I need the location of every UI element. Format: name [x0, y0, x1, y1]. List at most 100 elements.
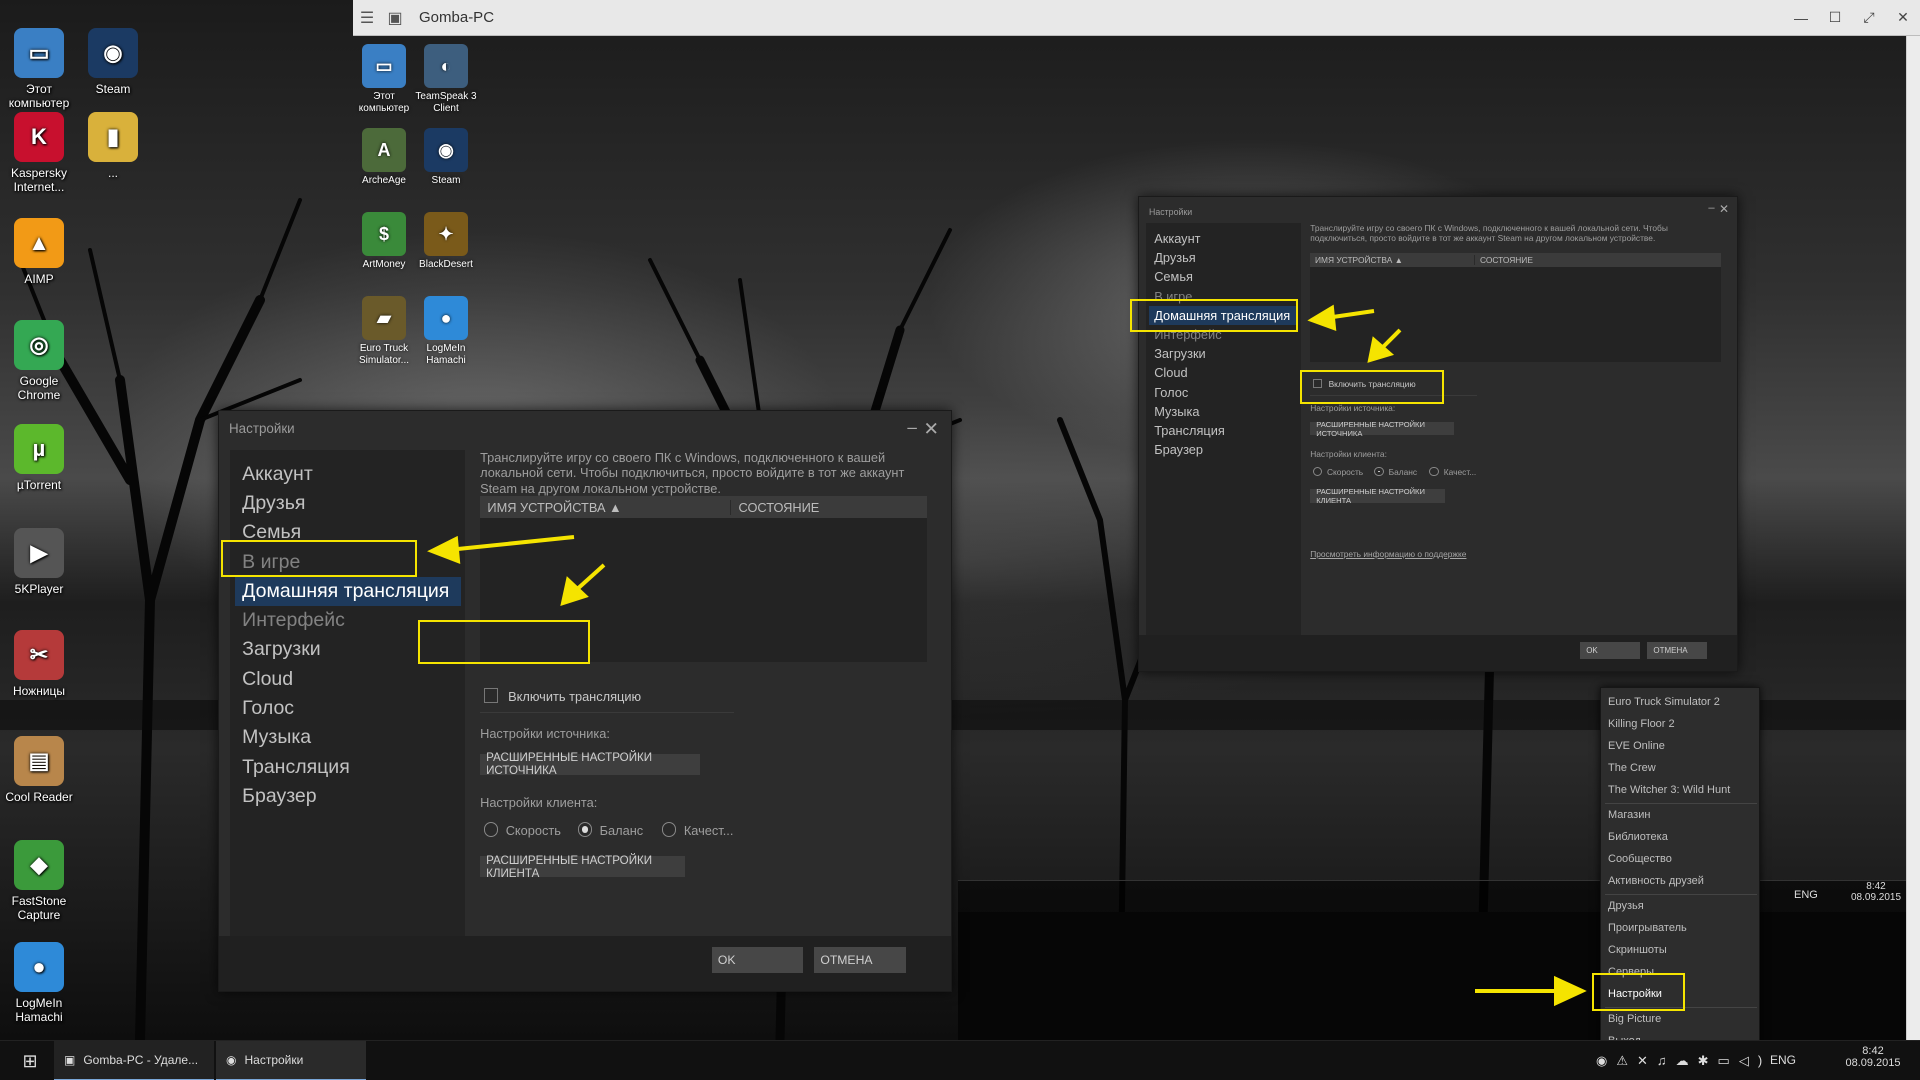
quality-radio[interactable] [1312, 466, 1323, 477]
quality-radio-label[interactable]: Качест... [684, 823, 734, 838]
col-device[interactable]: ИМЯ УСТРОЙСТВА ▲ [487, 500, 621, 515]
sidebar-item[interactable]: Друзья [1149, 248, 1297, 267]
quality-radio-label[interactable]: Скорость [1327, 467, 1363, 477]
remote-desktop-icon[interactable]: $ ArtMoney [349, 212, 419, 271]
close-icon[interactable]: ✕ [923, 418, 938, 440]
sidebar-item[interactable]: В игре [1149, 287, 1297, 306]
sidebar-item[interactable]: Браузер [235, 782, 461, 811]
remote-tray-clock[interactable]: 8:42 08.09.2015 [1851, 881, 1901, 903]
sidebar-item[interactable]: Домашняя трансляция [1149, 305, 1298, 325]
desktop-icon[interactable]: ▭ Этот компьютер [0, 28, 78, 110]
close-icon[interactable]: ✕ [1886, 0, 1920, 36]
enable-streaming-label[interactable]: Включить трансляцию [508, 689, 641, 704]
col-status[interactable]: СОСТОЯНИЕ [730, 500, 819, 516]
tray-menu-item[interactable]: The Crew [1608, 758, 1758, 778]
tray-menu-item[interactable]: Killing Floor 2 [1608, 714, 1758, 734]
cancel-button[interactable]: ОТМЕНА [1647, 642, 1708, 659]
quality-radio[interactable] [483, 822, 499, 837]
sidebar-item[interactable]: Друзья [235, 489, 461, 518]
ok-button[interactable]: OK [1580, 642, 1641, 659]
enable-streaming-checkbox[interactable] [1312, 378, 1323, 389]
desktop-icon[interactable]: ▤ Cool Reader [0, 736, 78, 804]
desktop-icon[interactable]: ◉ Steam [74, 28, 152, 96]
tray-menu-item[interactable]: Проигрыватель [1608, 918, 1758, 938]
sidebar-item[interactable]: Интерфейс [1149, 325, 1297, 344]
settings-dialog-header[interactable] [219, 411, 951, 443]
enable-streaming-label[interactable]: Включить трансляцию [1329, 379, 1416, 389]
sidebar-item[interactable]: Аккаунт [235, 460, 461, 489]
tray-icons[interactable]: ◉⚠✕♫☁✱▭◁) [1596, 1053, 1771, 1069]
tray-menu-item[interactable]: Магазин [1608, 805, 1758, 825]
tray-menu-item[interactable]: Друзья [1608, 896, 1758, 916]
quality-radio[interactable] [577, 822, 593, 837]
sidebar-item[interactable]: Голос [1149, 383, 1297, 402]
sidebar-item[interactable]: Трансляция [235, 753, 461, 782]
sidebar-item[interactable]: Браузер [1149, 440, 1297, 459]
tray-menu-item[interactable]: The Witcher 3: Wild Hunt [1608, 780, 1758, 800]
tray-menu-item[interactable]: Big Picture [1608, 1009, 1758, 1029]
sidebar-item[interactable]: Cloud [235, 665, 461, 694]
tray-lang[interactable]: ENG [1770, 1053, 1796, 1067]
minimize-icon[interactable]: – [907, 418, 917, 438]
advanced-client-button[interactable]: РАСШИРЕННЫЕ НАСТРОЙКИ КЛИЕНТА [1310, 487, 1445, 505]
sidebar-item[interactable]: Аккаунт [1149, 229, 1297, 248]
remote-toolbar-icon[interactable]: ▣ [381, 0, 409, 36]
quality-radio-label[interactable]: Баланс [1389, 467, 1418, 477]
remote-desktop-icon[interactable]: ✦ BlackDesert [411, 212, 481, 271]
tray-menu-item[interactable]: Серверы [1608, 962, 1758, 982]
quality-radio-label[interactable]: Баланс [600, 823, 644, 838]
sidebar-item[interactable]: Музыка [235, 723, 461, 752]
minimize-icon[interactable]: — [1784, 0, 1818, 36]
tray-menu-item[interactable]: Сообщество [1608, 849, 1758, 869]
quality-radio[interactable] [661, 822, 677, 837]
sidebar-item[interactable]: Cloud [1149, 363, 1297, 382]
cancel-button[interactable]: ОТМЕНА [814, 947, 906, 973]
sidebar-item[interactable]: Трансляция [1149, 421, 1297, 440]
desktop-icon[interactable]: ▲ AIMP [0, 218, 78, 286]
tray-menu-item[interactable]: Euro Truck Simulator 2 [1608, 692, 1758, 712]
desktop-icon[interactable]: µ µTorrent [0, 424, 78, 492]
sidebar-item[interactable]: Домашняя трансляция [234, 576, 461, 607]
col-device[interactable]: ИМЯ УСТРОЙСТВА ▲ [1315, 255, 1403, 265]
fullscreen-icon[interactable]: ⤢ [1852, 0, 1886, 36]
support-info-link[interactable]: Просмотреть информацию о поддержке [1310, 549, 1466, 559]
remote-desktop-icon[interactable]: A ArcheAge [349, 128, 419, 187]
desktop-icon[interactable]: ▶ 5KPlayer [0, 528, 78, 596]
quality-radio[interactable] [1374, 466, 1384, 477]
desktop-icon[interactable]: ▮... [74, 112, 152, 180]
tray-menu-item[interactable]: EVE Online [1608, 736, 1758, 756]
sidebar-item[interactable]: Голос [235, 694, 461, 723]
remote-desktop-icon[interactable]: ◉ Steam [411, 128, 481, 187]
advanced-source-button[interactable]: РАСШИРЕННЫЕ НАСТРОЙКИ ИСТОЧНИКА [1310, 420, 1455, 438]
taskbar-item-remote[interactable]: ▣ Gomba-PC - Удале... [54, 1041, 214, 1080]
quality-radio-label[interactable]: Скорость [506, 823, 561, 838]
desktop-icon[interactable]: ✂ Ножницы [0, 630, 78, 698]
sidebar-item[interactable]: Интерфейс [235, 606, 461, 635]
ok-button[interactable]: OK [711, 947, 804, 973]
desktop-icon[interactable]: K Kaspersky Internet... [0, 112, 78, 194]
tray-clock[interactable]: 8:42 08.09.2015 [1842, 1045, 1904, 1069]
remote-window-scrollbar[interactable] [1906, 36, 1920, 1040]
windows-start-icon[interactable]: ⊞ [10, 1041, 50, 1080]
tray-menu-item[interactable]: Скриншоты [1608, 940, 1758, 960]
menu-icon[interactable]: ☰ [353, 0, 381, 36]
advanced-client-button[interactable]: РАСШИРЕННЫЕ НАСТРОЙКИ КЛИЕНТА [480, 854, 686, 880]
remote-desktop-icon[interactable]: ▰ Euro Truck Simulator... [349, 296, 419, 367]
col-status[interactable]: СОСТОЯНИЕ [1474, 255, 1533, 266]
remote-desktop-icon[interactable]: ● LogMeIn Hamachi [411, 296, 481, 367]
sidebar-item[interactable]: Загрузки [1149, 344, 1297, 363]
sidebar-item[interactable]: Семья [1149, 267, 1297, 286]
tray-menu-item[interactable]: Настройки [1608, 984, 1758, 1004]
sidebar-item[interactable]: В игре [235, 548, 461, 577]
desktop-icon[interactable]: ● LogMeIn Hamachi [0, 942, 78, 1024]
remote-desktop-icon[interactable]: ◐ TeamSpeak 3 Client [411, 44, 481, 115]
advanced-source-button[interactable]: РАСШИРЕННЫЕ НАСТРОЙКИ ИСТОЧНИКА [480, 751, 700, 777]
desktop-icon[interactable]: ◆ FastStone Capture [0, 840, 78, 922]
quality-radio-label[interactable]: Качест... [1444, 467, 1476, 477]
enable-streaming-checkbox[interactable] [483, 687, 499, 703]
close-icon[interactable]: ✕ [1719, 202, 1729, 216]
minimize-icon[interactable]: – [1708, 202, 1714, 214]
sidebar-item[interactable]: Загрузки [235, 635, 461, 664]
quality-radio[interactable] [1429, 466, 1439, 477]
tray-menu-item[interactable]: Активность друзей [1608, 871, 1758, 891]
